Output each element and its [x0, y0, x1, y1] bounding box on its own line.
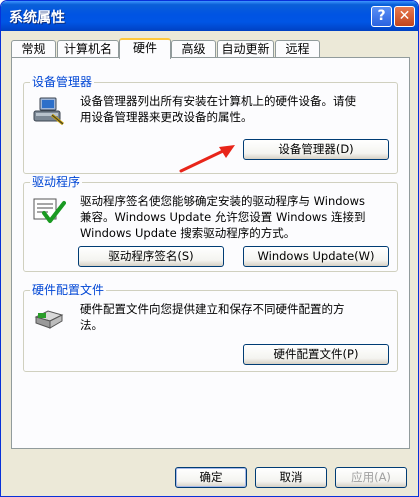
apply-button[interactable]: 应用(A) [335, 467, 407, 488]
drivers-description-1: 驱动程序签名使您能够确定安装的驱动程序与 Windows [80, 194, 365, 208]
drivers-description-2: 兼容。Windows Update 允许您设置 Windows 连接到 [80, 210, 366, 224]
annotation-arrow-icon [179, 145, 235, 173]
hardware-tab-panel: 设备管理器 设备管理器列出所有安装在计算机上的硬件设备。请使 用设备管理器来更改… [11, 57, 410, 449]
cancel-button[interactable]: 取消 [255, 467, 327, 488]
tab-remote[interactable]: 远程 [275, 40, 320, 58]
help-button[interactable]: ? [371, 6, 392, 27]
system-properties-window: 系统属性 ? ✕ 常规 计算机名 硬件 高级 自动更新 远程 设备管理器 设备管… [0, 0, 419, 497]
title-bar[interactable]: 系统属性 ? ✕ [1, 1, 418, 31]
drivers-group-label: 驱动程序 [30, 175, 83, 189]
tab-general[interactable]: 常规 [11, 40, 56, 58]
device-manager-button[interactable]: 设备管理器(D) [243, 139, 389, 160]
tab-automatic-updates[interactable]: 自动更新 [217, 40, 274, 58]
tab-computer-name[interactable]: 计算机名 [57, 40, 119, 58]
drivers-description-3: Windows Update 搜索驱动程序的方式。 [80, 226, 296, 240]
device-manager-description-1: 设备管理器列出所有安装在计算机上的硬件设备。请使 [80, 94, 356, 108]
device-manager-description-2: 用设备管理器来更改设备的属性。 [80, 110, 253, 124]
device-manager-icon [32, 95, 66, 130]
close-button[interactable]: ✕ [394, 6, 415, 27]
ok-button[interactable]: 确定 [175, 467, 247, 488]
hardware-profile-icon [32, 303, 66, 334]
tab-hardware[interactable]: 硬件 [119, 38, 171, 59]
hardware-profiles-description-2: 法。 [80, 318, 103, 332]
driver-signing-button[interactable]: 驱动程序签名(S) [78, 246, 224, 267]
device-manager-group-label: 设备管理器 [30, 75, 95, 89]
tab-advanced[interactable]: 高级 [171, 40, 216, 58]
window-title: 系统属性 [9, 10, 65, 26]
windows-update-button[interactable]: Windows Update(W) [243, 246, 389, 267]
drivers-group: 驱动程序 驱动程序签名使您能够确定安装的驱动程序与 Windows 兼容。Win… [23, 175, 398, 272]
hardware-profiles-description-1: 硬件配置文件向您提供建立和保存不同硬件配置的方 [80, 302, 345, 316]
hardware-profiles-group-label: 硬件配置文件 [30, 283, 107, 297]
hardware-profiles-group: 硬件配置文件 硬件配置文件向您提供建立和保存不同硬件配置的方 法。 硬件配置文件… [23, 283, 398, 372]
driver-signing-icon [32, 195, 66, 228]
hardware-profiles-button[interactable]: 硬件配置文件(P) [243, 344, 389, 365]
